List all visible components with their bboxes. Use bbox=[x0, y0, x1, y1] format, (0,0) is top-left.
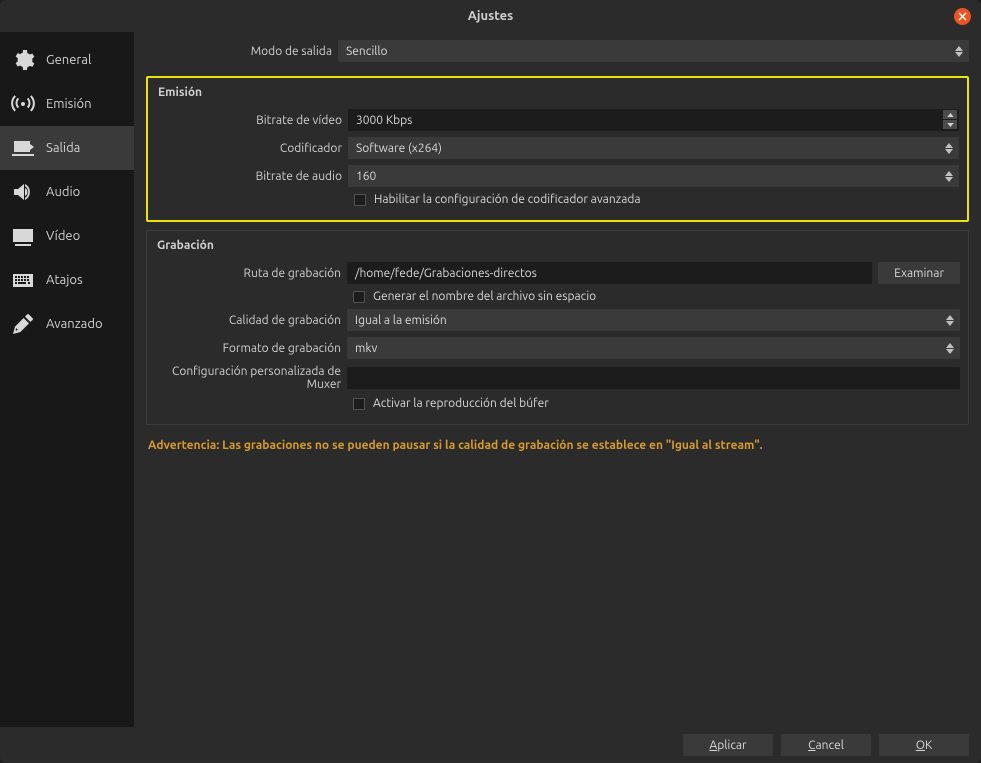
sidebar-item-label: Avanzado bbox=[46, 317, 103, 331]
select-arrows-icon bbox=[942, 338, 958, 358]
ok-button[interactable]: OK bbox=[879, 734, 969, 756]
encoder-label: Codificador bbox=[156, 142, 342, 155]
output-mode-select[interactable]: Sencillo bbox=[338, 40, 969, 62]
keyboard-icon bbox=[10, 267, 36, 293]
sidebar-item-label: General bbox=[46, 53, 91, 67]
spinner-arrows-icon bbox=[942, 110, 958, 130]
apply-button[interactable]: Aplicar bbox=[683, 734, 773, 756]
recording-group: Grabación Ruta de grabación /home/fede/G… bbox=[146, 230, 969, 425]
filename-no-space-label: Generar el nombre del archivo sin espaci… bbox=[373, 290, 596, 303]
recording-path-label: Ruta de grabación bbox=[155, 267, 341, 280]
titlebar: Ajustes bbox=[0, 0, 981, 32]
audio-icon bbox=[10, 179, 36, 205]
video-bitrate-label: Bitrate de vídeo bbox=[156, 114, 342, 127]
sidebar-item-output[interactable]: Salida bbox=[0, 126, 134, 170]
muxer-label: Configuración personalizada de Muxer bbox=[155, 365, 341, 391]
main-content: Modo de salida Sencillo Emisión Bitrate … bbox=[134, 32, 981, 727]
sidebar-item-label: Audio bbox=[46, 185, 80, 199]
footer: Aplicar Cancel OK bbox=[0, 727, 981, 763]
muxer-input[interactable] bbox=[347, 367, 960, 389]
close-button[interactable] bbox=[954, 8, 971, 25]
select-arrows-icon bbox=[941, 138, 957, 158]
sidebar-item-audio[interactable]: Audio bbox=[0, 170, 134, 214]
close-icon bbox=[958, 12, 967, 21]
sidebar-item-general[interactable]: General bbox=[0, 38, 134, 82]
video-icon bbox=[10, 223, 36, 249]
advanced-encoder-label: Habilitar la configuración de codificado… bbox=[374, 193, 641, 206]
sidebar-item-label: Salida bbox=[46, 141, 80, 155]
recording-quality-label: Calidad de grabación bbox=[155, 314, 341, 327]
encoder-value: Software (x264) bbox=[356, 142, 442, 155]
recording-quality-select[interactable]: Igual a la emisión bbox=[347, 309, 960, 331]
video-bitrate-value: 3000 Kbps bbox=[356, 114, 412, 127]
recording-path-value: /home/fede/Grabaciones-directos bbox=[355, 267, 537, 280]
recording-quality-value: Igual a la emisión bbox=[355, 314, 447, 327]
sidebar-item-video[interactable]: Vídeo bbox=[0, 214, 134, 258]
audio-bitrate-select[interactable]: 160 bbox=[348, 165, 959, 187]
select-arrows-icon bbox=[941, 166, 957, 186]
sidebar-item-advanced[interactable]: Avanzado bbox=[0, 302, 134, 346]
recording-group-title: Grabación bbox=[155, 239, 960, 252]
replay-buffer-checkbox[interactable] bbox=[353, 398, 365, 410]
recording-format-value: mkv bbox=[355, 342, 377, 355]
video-bitrate-input[interactable]: 3000 Kbps bbox=[348, 109, 959, 131]
recording-format-label: Formato de grabación bbox=[155, 342, 341, 355]
streaming-group: Emisión Bitrate de vídeo 3000 Kbps Codif… bbox=[146, 76, 969, 222]
stream-icon bbox=[10, 91, 36, 117]
output-mode-label: Modo de salida bbox=[146, 45, 332, 58]
advanced-encoder-checkbox[interactable] bbox=[354, 194, 366, 206]
select-arrows-icon bbox=[951, 41, 967, 61]
sidebar-item-hotkeys[interactable]: Atajos bbox=[0, 258, 134, 302]
encoder-select[interactable]: Software (x264) bbox=[348, 137, 959, 159]
recording-path-input[interactable]: /home/fede/Grabaciones-directos bbox=[347, 262, 872, 284]
sidebar-item-stream[interactable]: Emisión bbox=[0, 82, 134, 126]
warning-text: Advertencia: Las grabaciones no se puede… bbox=[146, 439, 969, 452]
audio-bitrate-value: 160 bbox=[356, 170, 376, 183]
sidebar-item-label: Vídeo bbox=[46, 229, 80, 243]
select-arrows-icon bbox=[942, 310, 958, 330]
gear-icon bbox=[10, 47, 36, 73]
output-mode-value: Sencillo bbox=[346, 45, 388, 58]
sidebar: General Emisión Salida Audio bbox=[0, 32, 134, 727]
cancel-button[interactable]: Cancel bbox=[781, 734, 871, 756]
filename-no-space-checkbox[interactable] bbox=[353, 291, 365, 303]
streaming-group-title: Emisión bbox=[156, 86, 959, 99]
browse-button[interactable]: Examinar bbox=[878, 262, 960, 284]
recording-format-select[interactable]: mkv bbox=[347, 337, 960, 359]
sidebar-item-label: Emisión bbox=[46, 97, 92, 111]
sidebar-item-label: Atajos bbox=[46, 273, 83, 287]
advanced-icon bbox=[10, 311, 36, 337]
output-icon bbox=[10, 135, 36, 161]
replay-buffer-label: Activar la reproducción del búfer bbox=[373, 397, 549, 410]
audio-bitrate-label: Bitrate de audio bbox=[156, 170, 342, 183]
window-title: Ajustes bbox=[468, 9, 514, 23]
